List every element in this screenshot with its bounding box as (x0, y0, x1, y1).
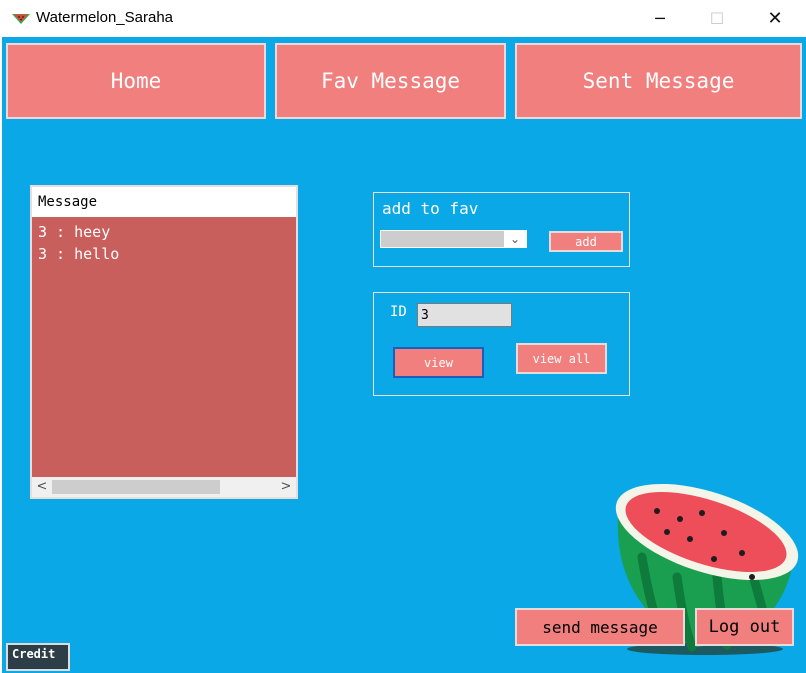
add-to-fav-label: add to fav (382, 199, 479, 218)
home-button[interactable]: Home (6, 43, 266, 119)
scroll-right-icon[interactable]: > (278, 478, 294, 496)
fav-message-button[interactable]: Fav Message (275, 43, 506, 119)
add-to-fav-group: add to fav ⌄ add (373, 192, 630, 267)
minimize-button[interactable]: ─ (630, 0, 690, 37)
watermelon-icon (12, 14, 30, 24)
close-button[interactable]: ✕ (745, 0, 805, 37)
id-label: ID (390, 304, 407, 320)
maximize-button[interactable]: ☐ (687, 0, 747, 37)
list-item[interactable]: 3 : hello (38, 243, 119, 265)
message-list[interactable]: Message 3 : heey 3 : hello < > (30, 185, 298, 499)
chevron-down-icon[interactable]: ⌄ (504, 231, 526, 247)
message-items: 3 : heey 3 : hello (38, 221, 119, 265)
send-message-button[interactable]: send message (515, 608, 685, 646)
scrollbar-thumb[interactable] (52, 480, 220, 494)
title-bar: Watermelon_Saraha ─ ☐ ✕ (0, 0, 806, 37)
view-button[interactable]: view (393, 347, 484, 378)
log-out-button[interactable]: Log out (695, 608, 794, 646)
id-group: ID view view all (373, 292, 630, 396)
list-item[interactable]: 3 : heey (38, 221, 119, 243)
id-input[interactable] (417, 303, 512, 327)
horizontal-scrollbar[interactable]: < > (32, 477, 296, 497)
message-list-header[interactable]: Message (32, 187, 296, 217)
sent-message-button[interactable]: Sent Message (515, 43, 802, 119)
view-all-button[interactable]: view all (516, 343, 607, 374)
main-panel: Home Fav Message Sent Message Message 3 … (2, 37, 806, 673)
message-select[interactable]: ⌄ (380, 230, 527, 248)
window-title: Watermelon_Saraha (36, 9, 174, 26)
add-button[interactable]: add (549, 231, 623, 252)
scroll-left-icon[interactable]: < (34, 478, 50, 496)
credit-button[interactable]: Credit (6, 643, 70, 671)
